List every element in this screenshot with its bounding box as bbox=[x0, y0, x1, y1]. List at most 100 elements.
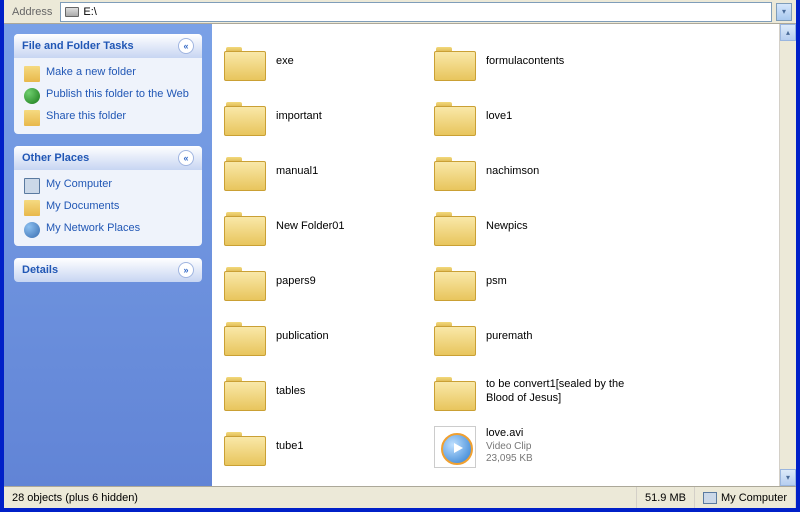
folder-item[interactable]: manual1 bbox=[218, 144, 428, 199]
folder-item[interactable]: psm bbox=[428, 254, 638, 309]
collapse-icon: « bbox=[178, 38, 194, 54]
place-label: My Documents bbox=[46, 200, 119, 212]
item-label: puremath bbox=[486, 330, 532, 344]
item-label: to be convert1[sealed by the Blood of Je… bbox=[486, 378, 632, 406]
item-label: formulacontents bbox=[486, 55, 564, 69]
item-label: tube1 bbox=[276, 440, 304, 454]
folder-icon bbox=[434, 319, 476, 355]
status-location-text: My Computer bbox=[721, 492, 787, 504]
file-list[interactable]: exe formulacontents important love1 manual1 n… bbox=[212, 24, 779, 486]
my-computer-icon bbox=[703, 492, 717, 504]
panel-title: Details bbox=[22, 264, 58, 276]
globe-icon bbox=[24, 88, 40, 104]
folder-icon bbox=[224, 429, 266, 465]
address-dropdown-button[interactable]: ▾ bbox=[776, 3, 792, 21]
task-label: Share this folder bbox=[46, 110, 126, 122]
expand-icon: » bbox=[178, 262, 194, 278]
place-label: My Network Places bbox=[46, 222, 140, 234]
collapse-icon: « bbox=[178, 150, 194, 166]
status-bar: 28 objects (plus 6 hidden) 51.9 MB My Co… bbox=[4, 486, 796, 508]
folder-icon bbox=[224, 154, 266, 190]
folder-icon bbox=[434, 154, 476, 190]
item-label: papers9 bbox=[276, 275, 316, 289]
folder-item[interactable]: important bbox=[218, 89, 428, 144]
item-label: love.aviVideo Clip23,095 KB bbox=[486, 427, 533, 466]
folder-icon bbox=[434, 209, 476, 245]
folder-icon bbox=[224, 44, 266, 80]
address-path: E:\ bbox=[83, 6, 96, 18]
folder-icon bbox=[224, 209, 266, 245]
scroll-down-button[interactable]: ▾ bbox=[780, 469, 796, 486]
folder-item[interactable]: love1 bbox=[428, 89, 638, 144]
task-link[interactable]: Make a new folder bbox=[24, 66, 192, 82]
folder-icon bbox=[434, 44, 476, 80]
item-label: manual1 bbox=[276, 165, 318, 179]
folder-icon bbox=[434, 99, 476, 135]
item-label: Newpics bbox=[486, 220, 528, 234]
panel-file-tasks: File and Folder Tasks « Make a new folde… bbox=[14, 34, 202, 134]
scroll-up-button[interactable]: ▴ bbox=[780, 24, 796, 41]
item-label: nachimson bbox=[486, 165, 539, 179]
status-objects: 28 objects (plus 6 hidden) bbox=[4, 487, 637, 508]
place-link[interactable]: My Documents bbox=[24, 200, 192, 216]
task-link[interactable]: Publish this folder to the Web bbox=[24, 88, 192, 104]
item-label: important bbox=[276, 110, 322, 124]
place-label: My Computer bbox=[46, 178, 112, 190]
folder-item[interactable]: exe bbox=[218, 34, 428, 89]
folder-icon bbox=[224, 319, 266, 355]
panel-header-tasks[interactable]: File and Folder Tasks « bbox=[14, 34, 202, 58]
explorer-window: Address E:\ ▾ File and Folder Tasks « Ma… bbox=[4, 0, 796, 508]
panel-body-tasks: Make a new folder Publish this folder to … bbox=[14, 58, 202, 134]
panel-header-places[interactable]: Other Places « bbox=[14, 146, 202, 170]
video-file-icon bbox=[434, 426, 476, 468]
panel-details: Details » bbox=[14, 258, 202, 282]
share-icon bbox=[24, 110, 40, 126]
panel-header-details[interactable]: Details » bbox=[14, 258, 202, 282]
folder-icon bbox=[224, 374, 266, 410]
item-label: tables bbox=[276, 385, 305, 399]
panel-title: Other Places bbox=[22, 152, 89, 164]
folder-item[interactable]: tables bbox=[218, 364, 428, 419]
chevron-up-icon: ▴ bbox=[786, 28, 790, 37]
content-wrap: exe formulacontents important love1 manual1 n… bbox=[212, 24, 796, 486]
address-label: Address bbox=[8, 6, 56, 18]
item-label: publication bbox=[276, 330, 329, 344]
scroll-track[interactable] bbox=[780, 41, 796, 469]
folder-item[interactable]: formulacontents bbox=[428, 34, 638, 89]
folder-item[interactable]: papers9 bbox=[218, 254, 428, 309]
task-label: Publish this folder to the Web bbox=[46, 88, 189, 100]
place-link[interactable]: My Network Places bbox=[24, 222, 192, 238]
vertical-scrollbar[interactable]: ▴ ▾ bbox=[779, 24, 796, 486]
comp-icon bbox=[24, 178, 40, 194]
item-label: psm bbox=[486, 275, 507, 289]
folder-item[interactable]: New Folder01 bbox=[218, 199, 428, 254]
folder-item[interactable]: to be convert1[sealed by the Blood of Je… bbox=[428, 364, 638, 419]
item-label: New Folder01 bbox=[276, 220, 344, 234]
drive-icon bbox=[65, 7, 79, 17]
chevron-down-icon: ▾ bbox=[782, 7, 786, 16]
folder-item[interactable]: tube1 bbox=[218, 419, 428, 474]
file-item[interactable]: love.aviVideo Clip23,095 KB bbox=[428, 419, 638, 474]
folder-item[interactable]: publication bbox=[218, 309, 428, 364]
folder-icon bbox=[434, 264, 476, 300]
item-label: love1 bbox=[486, 110, 512, 124]
folder-icon bbox=[224, 99, 266, 135]
net-icon bbox=[24, 222, 40, 238]
body: File and Folder Tasks « Make a new folde… bbox=[4, 24, 796, 486]
address-bar: Address E:\ ▾ bbox=[4, 0, 796, 24]
folder-item[interactable]: nachimson bbox=[428, 144, 638, 199]
task-label: Make a new folder bbox=[46, 66, 136, 78]
panel-other-places: Other Places « My Computer My Documents My… bbox=[14, 146, 202, 246]
chevron-down-icon: ▾ bbox=[786, 473, 790, 482]
folder-item[interactable]: Newpics bbox=[428, 199, 638, 254]
panel-title: File and Folder Tasks bbox=[22, 40, 134, 52]
folder-item[interactable]: puremath bbox=[428, 309, 638, 364]
side-pane: File and Folder Tasks « Make a new folde… bbox=[4, 24, 212, 486]
address-field[interactable]: E:\ bbox=[60, 2, 772, 22]
task-link[interactable]: Share this folder bbox=[24, 110, 192, 126]
folder-icon bbox=[434, 374, 476, 410]
place-link[interactable]: My Computer bbox=[24, 178, 192, 194]
docs-icon bbox=[24, 200, 40, 216]
folder-icon bbox=[24, 66, 40, 82]
status-location: My Computer bbox=[695, 487, 796, 508]
